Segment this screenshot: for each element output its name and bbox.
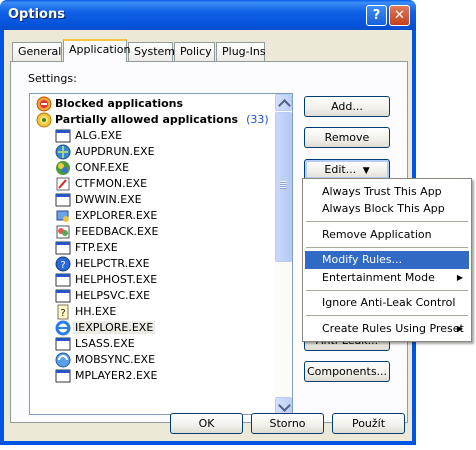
tab-general[interactable]: General [12,42,62,61]
edit-button-label: Edit... [324,163,357,176]
menu-separator [306,315,468,316]
remove-button[interactable]: Remove [304,127,390,148]
list-item-aupdrun[interactable]: AUPDRUN.EXE [30,144,275,160]
list-item-label: CTFMON.EXE [75,177,148,190]
list-item-label: CONF.EXE [75,161,130,174]
list-item-label: EXPLORER.EXE [75,209,158,222]
list-item-label: FEEDBACK.EXE [75,225,159,238]
tab-application[interactable]: Application [63,39,130,62]
feedback-icon [56,225,70,239]
menu-separator [306,247,468,248]
add-button[interactable]: Add... [304,96,390,117]
list-item-conf[interactable]: CONF.EXE [30,160,275,176]
window-app-icon [55,273,71,287]
components-button[interactable]: Components... [304,361,390,382]
menu-item-entertainment-mode[interactable]: Entertainment Mode ▶ [305,269,469,287]
scroll-down-button[interactable] [275,397,292,414]
list-item-helpsvc[interactable]: HELPSVC.EXE [30,288,275,304]
menu-item-modify-rules[interactable]: Modify Rules... [305,251,469,269]
netmeeting-icon [56,161,70,175]
list-item-hh[interactable]: ? HH.EXE [30,304,275,320]
list-item-label: HH.EXE [75,305,117,318]
menu-separator [306,221,468,222]
list-item-label: AUPDRUN.EXE [75,145,155,158]
list-item-mplayer2[interactable]: MPLAYER2.EXE [30,368,275,384]
list-group-label: Partially allowed applications (33) [55,113,269,126]
tab-plug-ins[interactable]: Plug-Ins [216,42,266,61]
menu-item-remove-application[interactable]: Remove Application [305,226,469,244]
submenu-arrow-icon: ▶ [456,324,463,333]
internet-explorer-icon [55,320,71,336]
help-file-icon: ? [57,304,69,320]
menu-item-create-rules-preset[interactable]: Create Rules Using Preset ▶ [305,320,469,338]
tab-system[interactable]: System [128,42,175,61]
tab-policy[interactable]: Policy [174,42,215,61]
list-item-iexplore[interactable]: IEXPLORE.EXE [30,320,275,336]
list-item-ctfmon[interactable]: CTFMON.EXE [30,176,275,192]
sync-icon [55,352,71,368]
ok-button[interactable]: OK [170,413,243,434]
dropdown-arrow-icon: ▼ [362,166,370,176]
close-button[interactable]: ✕ [389,5,410,26]
window-app-icon [55,129,71,143]
window-app-icon [55,369,71,383]
list-item-feedback[interactable]: FEEDBACK.EXE [30,224,275,240]
window-app-icon [55,241,71,255]
menu-item-label: Create Rules Using Preset [322,322,464,335]
svg-text:?: ? [60,260,65,271]
list-item-dwwin[interactable]: DWWIN.EXE [30,192,275,208]
help-icon: ? [55,256,71,272]
list-item-lsass[interactable]: LSASS.EXE [30,336,275,352]
window-title: Options [8,7,65,22]
window-app-icon [55,289,71,303]
menu-item-always-trust[interactable]: Always Trust This App [305,183,469,201]
edit-button[interactable]: Edit... ▼ [304,159,390,180]
list-item-label: MOBSYNC.EXE [75,353,156,366]
list-group-blocked[interactable]: Blocked applications [30,96,275,112]
ctfmon-icon [56,177,70,191]
list-item-alg[interactable]: ALG.EXE [30,128,275,144]
list-item-label: ALG.EXE [75,129,123,142]
edit-context-menu: Always Trust This App Always Block This … [302,178,472,342]
submenu-arrow-icon: ▶ [456,273,463,282]
title-bar[interactable]: Options ? ✕ [0,0,416,30]
app-count: (33) [246,113,269,126]
window-app-icon [55,193,71,207]
list-item-label: MPLAYER2.EXE [75,369,158,382]
scroll-thumb[interactable] [275,112,292,262]
partial-shield-icon [36,112,52,128]
menu-item-ignore-anti-leak[interactable]: Ignore Anti-Leak Control [305,294,469,312]
cancel-button[interactable]: Storno [251,413,324,434]
list-item-explorer[interactable]: EXPLORER.EXE [30,208,275,224]
blocked-shield-icon [36,96,52,112]
list-item-label: LSASS.EXE [75,337,135,350]
list-group-partially-allowed[interactable]: Partially allowed applications (33) [30,112,275,128]
list-item-ftp[interactable]: FTP.EXE [30,240,275,256]
list-item-label: HELPCTR.EXE [75,257,150,270]
help-button[interactable]: ? [366,5,387,26]
apply-button[interactable]: Použít [332,413,405,434]
menu-separator [306,290,468,291]
scroll-up-button[interactable] [275,94,292,111]
list-item-label: DWWIN.EXE [75,193,142,206]
list-item-label: HELPSVC.EXE [75,289,151,302]
list-scrollbar[interactable] [275,94,292,414]
update-globe-icon [55,144,71,160]
explorer-icon [56,210,69,222]
list-item-mobsync[interactable]: MOBSYNC.EXE [30,352,275,368]
list-item-label: FTP.EXE [75,241,118,254]
list-item-helphost[interactable]: HELPHOST.EXE [30,272,275,288]
application-list[interactable]: Blocked applications Partially allowed a… [29,93,293,415]
window-app-icon [55,337,71,351]
list-group-label: Blocked applications [55,97,184,110]
list-item-label: HELPHOST.EXE [75,273,158,286]
list-item-helpctr[interactable]: ? HELPCTR.EXE [30,256,275,272]
svg-text:?: ? [60,308,65,319]
menu-item-label: Entertainment Mode [322,271,435,284]
list-item-label: IEXPLORE.EXE [73,321,156,334]
settings-label: Settings: [28,72,77,85]
menu-item-always-block[interactable]: Always Block This App [305,200,469,218]
